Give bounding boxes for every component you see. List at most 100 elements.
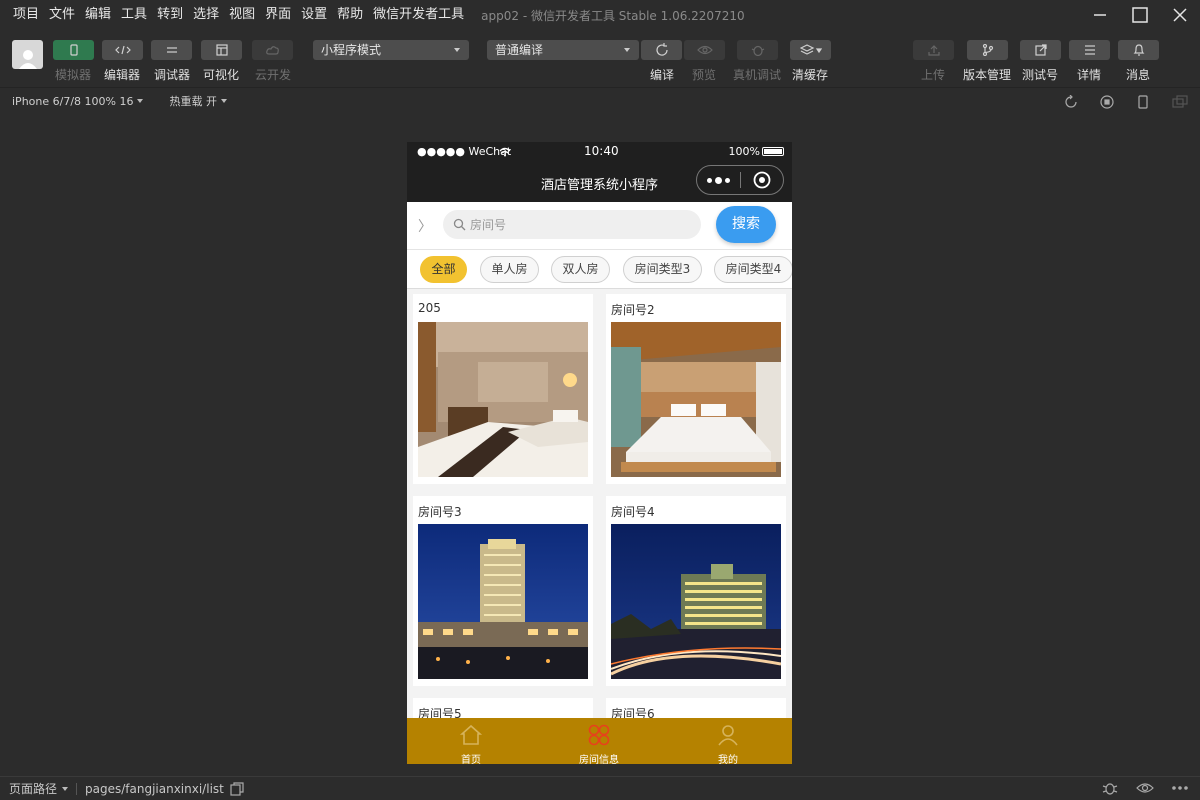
messages-button[interactable] (1118, 40, 1159, 60)
rotate-icon[interactable] (1064, 94, 1078, 109)
room-photo (418, 322, 588, 477)
tab-label: 房间信息 (579, 755, 619, 764)
debug-icon (166, 47, 177, 53)
page-path: pages/fangjianxinxi/list (85, 781, 224, 796)
room-card[interactable]: 205 (413, 294, 593, 484)
menu-help[interactable]: 帮助 (332, 0, 368, 30)
tab-label: 首页 (461, 755, 481, 764)
room-card[interactable]: 房间号4 (606, 496, 786, 686)
search-input[interactable] (470, 215, 690, 234)
more-button[interactable] (697, 176, 740, 184)
copy-icon[interactable] (230, 781, 244, 796)
search-icon (453, 218, 466, 231)
eye-icon (696, 45, 713, 55)
hotel-room-image (418, 322, 588, 477)
minimize-button[interactable] (1080, 0, 1120, 30)
device-select[interactable]: iPhone 6/7/8 100% 16 (0, 95, 157, 108)
divider (76, 782, 78, 795)
menu-settings[interactable]: 设置 (296, 0, 332, 30)
upload-icon (927, 45, 940, 56)
chevron-down-icon (137, 99, 144, 103)
page-path-select[interactable]: 页面路径 (9, 780, 69, 797)
bug-icon[interactable] (1102, 780, 1118, 796)
tab-label: 我的 (718, 755, 738, 764)
maximize-icon (1132, 7, 1148, 23)
avatar[interactable] (12, 40, 43, 69)
refresh-icon (655, 43, 668, 56)
compile-button[interactable] (641, 40, 682, 60)
room-photo (611, 322, 781, 477)
remote-debug-label: 真机调试 (732, 68, 782, 82)
menu-edit[interactable]: 编辑 (80, 0, 116, 30)
external-link-icon (1034, 44, 1047, 56)
menu-project[interactable]: 项目 (8, 0, 44, 30)
editor-button[interactable] (102, 40, 143, 60)
more-dot-icon (725, 177, 730, 183)
branch-icon (982, 44, 993, 56)
phone-status-bar: ●●●●● WeChat 10:40 100% (407, 142, 792, 162)
simulator-button[interactable] (53, 40, 94, 60)
cloud-icon (265, 46, 279, 55)
filter-all[interactable]: 全部 (420, 256, 467, 283)
more-icon[interactable] (1172, 785, 1188, 791)
filter-type4[interactable]: 房间类型4 (714, 256, 792, 283)
eye-icon[interactable] (1136, 782, 1154, 794)
battery-percent: 100% (728, 145, 760, 158)
tab-home[interactable]: 首页 (407, 718, 535, 764)
compile-select-value: 普通编译 (495, 43, 544, 57)
room-photo (418, 524, 588, 679)
version-button[interactable] (967, 40, 1008, 60)
search-box[interactable] (443, 210, 701, 239)
search-row: 〉 搜索 (407, 202, 792, 250)
menu-goto[interactable]: 转到 (152, 0, 188, 30)
close-mini-program-button[interactable] (741, 171, 783, 189)
filter-type3[interactable]: 房间类型3 (623, 256, 702, 283)
search-button[interactable]: 搜索 (716, 206, 776, 243)
filter-single[interactable]: 单人房 (480, 256, 539, 283)
compile-label: 编译 (649, 68, 675, 82)
visual-button[interactable] (201, 40, 242, 60)
room-card[interactable]: 房间号2 (606, 294, 786, 484)
tab-room-info[interactable]: 房间信息 (535, 718, 663, 764)
close-button[interactable] (1160, 0, 1200, 30)
tab-mine[interactable]: 我的 (664, 718, 792, 764)
menu-file[interactable]: 文件 (44, 0, 80, 30)
user-icon (18, 50, 37, 69)
debugger-button[interactable] (151, 40, 192, 60)
carrier-label: ●●●●● WeChat (417, 145, 512, 158)
menu-view[interactable]: 视图 (224, 0, 260, 30)
maximize-button[interactable] (1120, 0, 1160, 30)
room-number: 房间号2 (611, 303, 655, 317)
menu-wechat-devtools[interactable]: 微信开发者工具 (368, 0, 469, 30)
mode-select[interactable]: 小程序模式 (313, 40, 469, 60)
menubar: 项目 文件 编辑 工具 转到 选择 视图 界面 设置 帮助 微信开发者工具 ap… (0, 0, 1200, 30)
details-button[interactable] (1069, 40, 1110, 60)
chevron-down-icon (454, 48, 460, 52)
upload-button[interactable] (913, 40, 954, 60)
remote-debug-button[interactable] (737, 40, 778, 60)
menu-tools[interactable]: 工具 (116, 0, 152, 30)
chevron-right-icon[interactable]: 〉 (418, 216, 432, 236)
test-account-label: 测试号 (1021, 68, 1059, 82)
stop-icon[interactable] (1100, 94, 1114, 109)
clear-cache-button[interactable] (790, 40, 831, 60)
window-title: app02 - 微信开发者工具 Stable 1.06.2207210 (481, 8, 745, 23)
menu-interface[interactable]: 界面 (260, 0, 296, 30)
phone-icon[interactable] (1136, 94, 1150, 109)
test-account-button[interactable] (1020, 40, 1061, 60)
menu-select[interactable]: 选择 (188, 0, 224, 30)
filter-double[interactable]: 双人房 (551, 256, 610, 283)
hot-reload-select[interactable]: 热重载 开 (157, 93, 241, 109)
preview-button[interactable] (684, 40, 725, 60)
battery-icon (762, 147, 784, 156)
simulator-label: 模拟器 (54, 68, 92, 82)
cloud-button[interactable] (252, 40, 293, 60)
wifi-icon (499, 147, 511, 157)
compile-select[interactable]: 普通编译 (487, 40, 639, 60)
window-icon[interactable] (1172, 94, 1188, 109)
window-controls (1080, 0, 1200, 30)
mode-select-value: 小程序模式 (321, 43, 382, 57)
toolbar: 模拟器 编辑器 调试器 可视化 云开发 小程序模式 普通编译 编译 预览 真机调… (0, 30, 1200, 86)
bottom-status-bar: 页面路径 pages/fangjianxinxi/list (0, 776, 1200, 800)
room-card[interactable]: 房间号3 (413, 496, 593, 686)
